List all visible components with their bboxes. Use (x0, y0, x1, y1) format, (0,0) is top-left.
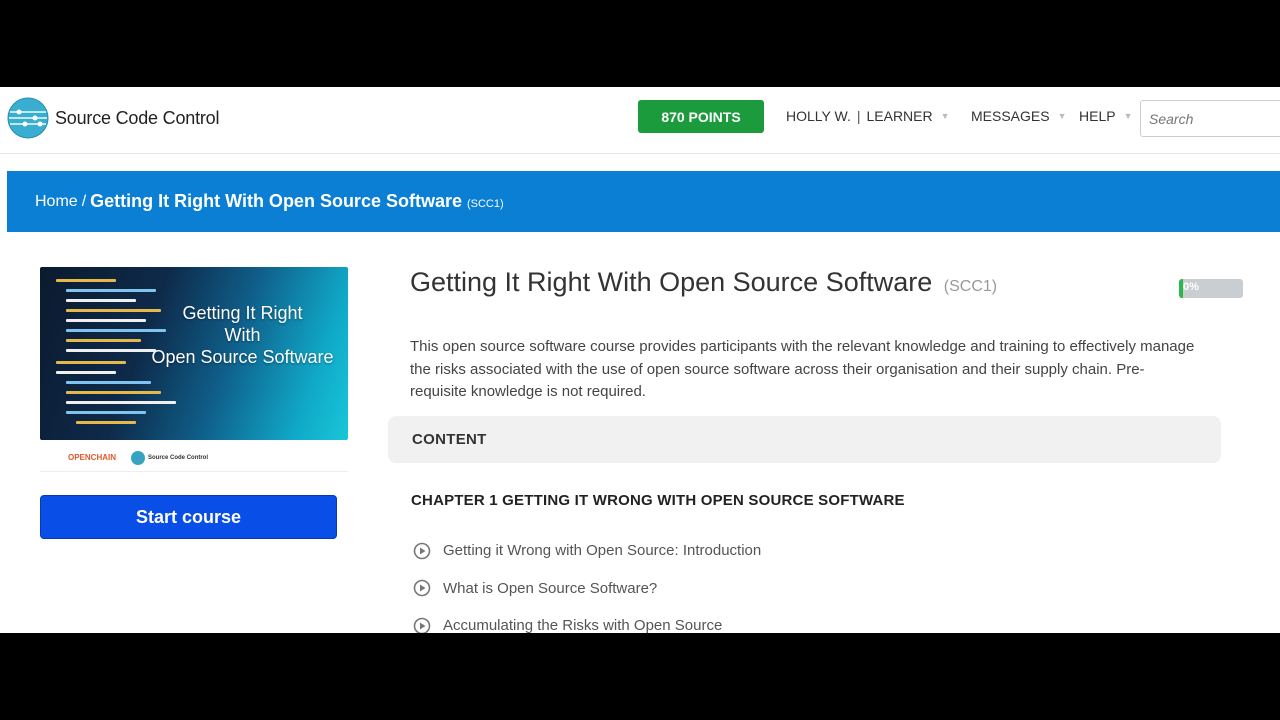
help-label: HELP (1079, 108, 1116, 124)
progress-bar: 0% (1179, 279, 1243, 298)
course-thumbnail: Getting It Right With Open Source Softwa… (40, 267, 348, 440)
play-circle-icon (413, 542, 431, 560)
top-navigation-bar: Source Code Control 870 POINTS HOLLY W. … (0, 87, 1280, 154)
progress-label: 0% (1183, 281, 1199, 293)
user-menu[interactable]: HOLLY W. | LEARNER ▼ (786, 108, 950, 124)
messages-menu[interactable]: MESSAGES ▼ (971, 108, 1067, 124)
breadcrumb-current: Getting It Right With Open Source Softwa… (90, 191, 462, 211)
start-course-button[interactable]: Start course (40, 495, 337, 539)
chevron-down-icon: ▼ (940, 111, 950, 121)
chevron-down-icon: ▼ (1057, 111, 1067, 121)
points-badge[interactable]: 870 POINTS (638, 100, 764, 133)
source-code-control-mini-logo: Source Code Control (128, 450, 208, 465)
search-input[interactable] (1140, 100, 1280, 137)
letterbox-bottom (0, 633, 1280, 720)
thumbnail-title-line-3: Open Source Software (151, 347, 334, 367)
lesson-item[interactable]: Accumulating the Risks with Open Source (413, 607, 761, 633)
sponsor-logos: OPENCHAIN Source Code Control (40, 444, 348, 472)
play-circle-icon (413, 579, 431, 597)
breadcrumb-home-link[interactable]: Home (35, 193, 78, 211)
lesson-item[interactable]: What is Open Source Software? (413, 570, 761, 608)
page: Source Code Control 870 POINTS HOLLY W. … (0, 87, 1280, 633)
lesson-label: Accumulating the Risks with Open Source (443, 617, 723, 633)
help-menu[interactable]: HELP ▼ (1079, 108, 1133, 124)
thumbnail-title-line-2: With (224, 325, 261, 345)
lesson-list: Getting it Wrong with Open Source: Intro… (413, 532, 761, 633)
play-circle-icon (413, 617, 431, 633)
content-section-header: CONTENT (388, 416, 1221, 463)
course-description: This open source software course provide… (410, 338, 1195, 400)
openchain-logo: OPENCHAIN (68, 453, 117, 462)
user-name: HOLLY W. (786, 108, 851, 124)
user-role: LEARNER (866, 108, 933, 124)
user-separator: | (856, 108, 861, 124)
lesson-label: Getting it Wrong with Open Source: Intro… (443, 542, 762, 560)
letterbox-top (0, 0, 1280, 87)
site-logo[interactable]: Source Code Control (7, 97, 219, 139)
breadcrumb-course-code: (SCC1) (466, 197, 504, 210)
mini-globe-icon (131, 450, 146, 465)
logo-globe-icon (7, 97, 49, 139)
messages-label: MESSAGES (971, 108, 1050, 124)
chevron-down-icon: ▼ (1123, 111, 1133, 121)
lesson-label: What is Open Source Software? (443, 579, 658, 597)
breadcrumb-separator: / (81, 192, 87, 210)
thumbnail-title-line-1: Getting It Right (182, 303, 303, 323)
course-title-text: Getting It Right With Open Source Softwa… (410, 267, 933, 297)
course-code: (SCC1) (943, 278, 998, 295)
thumbnail-title: Getting It Right With Open Source Softwa… (140, 302, 345, 368)
lesson-item[interactable]: Getting it Wrong with Open Source: Intro… (413, 532, 761, 570)
logo-text: Source Code Control (55, 107, 220, 128)
breadcrumb: Home / Getting It Right With Open Source… (7, 171, 1280, 232)
course-title: Getting It Right With Open Source Softwa… (410, 267, 997, 298)
chapter-title: CHAPTER 1 GETTING IT WRONG WITH OPEN SOU… (411, 492, 905, 509)
